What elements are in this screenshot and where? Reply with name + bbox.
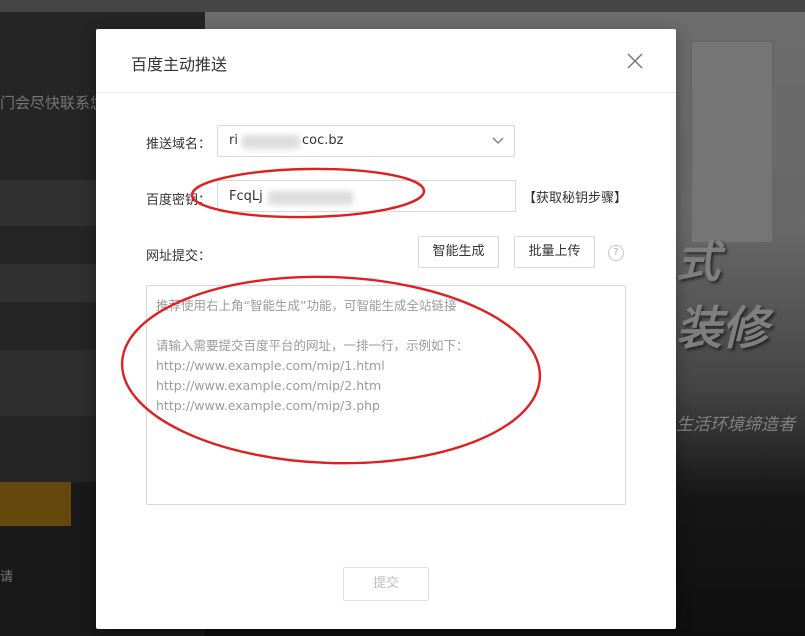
domain-select[interactable]: ri coc.bz — [217, 125, 515, 157]
help-icon[interactable]: ? — [608, 245, 624, 261]
url-textarea[interactable]: 推荐使用右上角“智能生成”功能，可智能生成全站链接 请输入需要提交百度平台的网址… — [146, 285, 626, 505]
key-label: 百度密钥： — [146, 193, 212, 208]
close-button[interactable] — [623, 49, 647, 73]
url-submit-label: 网址提交： — [146, 249, 212, 264]
chevron-down-icon — [492, 137, 504, 144]
smart-generate-button[interactable]: 智能生成 — [418, 236, 499, 268]
push-dialog: 百度主动推送 推送域名： ri coc.bz 百度密钥： FcqLj 【获取秘钥… — [96, 29, 676, 629]
dialog-header: 百度主动推送 — [96, 29, 676, 93]
dialog-title: 百度主动推送 — [131, 55, 228, 74]
secret-key-input[interactable]: FcqLj — [217, 180, 516, 212]
batch-upload-button[interactable]: 批量上传 — [514, 236, 595, 268]
domain-prefix: ri — [229, 133, 238, 148]
redacted-key — [268, 191, 353, 205]
redacted-domain — [242, 135, 300, 149]
domain-label: 推送域名： — [146, 137, 212, 152]
get-key-steps-link[interactable]: 【获取秘钥步骤】 — [523, 187, 627, 206]
close-icon — [627, 53, 643, 69]
domain-suffix: coc.bz — [302, 133, 344, 148]
key-prefix: FcqLj — [229, 189, 263, 204]
submit-button[interactable]: 提交 — [343, 567, 429, 601]
